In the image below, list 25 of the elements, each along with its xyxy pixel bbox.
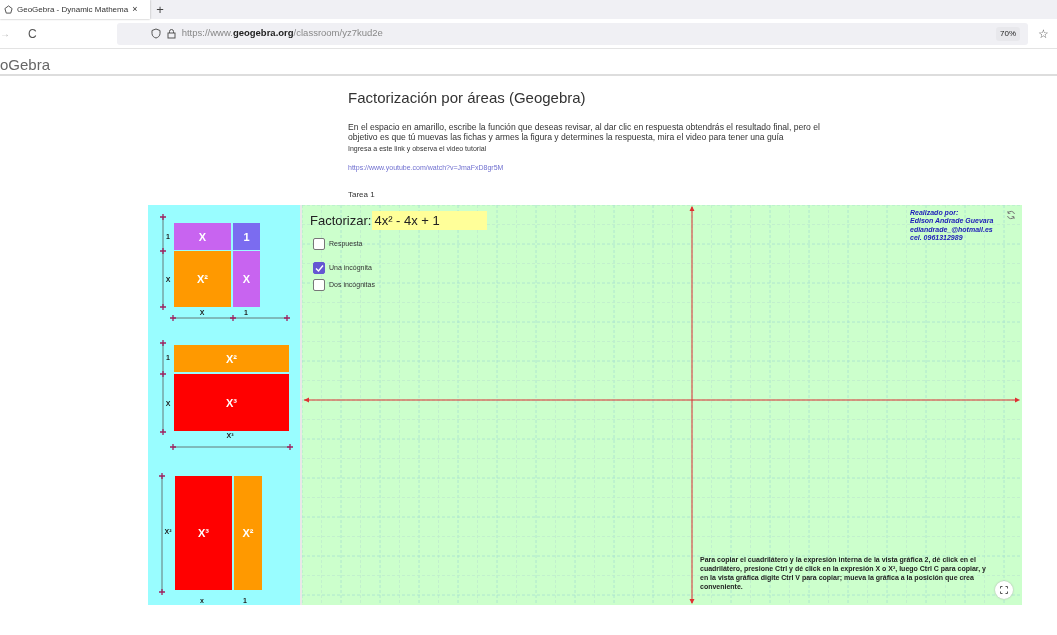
app-icon [4, 5, 13, 14]
fullscreen-icon [1000, 585, 1008, 594]
fullscreen-button[interactable] [995, 580, 1013, 599]
zoom-level[interactable]: 70% [996, 26, 1020, 41]
close-tab-icon[interactable]: × [132, 2, 138, 17]
page-title: Factorización por áreas (Geogebra) [348, 89, 587, 107]
site-logo[interactable]: oGebra [0, 56, 51, 73]
browser-tab[interactable]: GeoGebra - Dynamic Mathema × [0, 0, 150, 19]
tab-title: GeoGebra - Dynamic Mathema [17, 3, 129, 16]
task-heading: Tarea 1 [348, 188, 376, 201]
algebra-tile[interactable]: X³ [175, 475, 232, 590]
bookmark-star-icon[interactable]: ☆ [1038, 24, 1049, 43]
check-icon [314, 263, 324, 273]
expression-input[interactable]: 4x² - 4x + 1 [372, 211, 488, 231]
reload-button[interactable]: C [28, 24, 37, 43]
algebra-tile[interactable]: X³ [174, 373, 289, 431]
url-text: https://www.geogebra.org/classroom/yz7kud2e [181, 26, 383, 41]
shield-icon [150, 28, 161, 39]
factor-label: Factorizar: [310, 211, 372, 230]
reset-icon[interactable] [1006, 209, 1016, 220]
instructions-text: En el espacio en amarillo, escribe la función que deseas revisar, al dar clic en respuesta obtendrás el resultado final, pero el objetivo es que tú muevas las fichas y armes la figura y determines la respuesta, mira el video para tener una guía [348, 122, 821, 143]
lock-icon [166, 28, 176, 39]
address-bar[interactable]: https://www.geogebra.org/classroom/yz7kud2e 70% [116, 22, 1028, 45]
algebra-tile[interactable]: 1 [233, 222, 260, 250]
new-tab-button[interactable]: + [150, 0, 170, 19]
